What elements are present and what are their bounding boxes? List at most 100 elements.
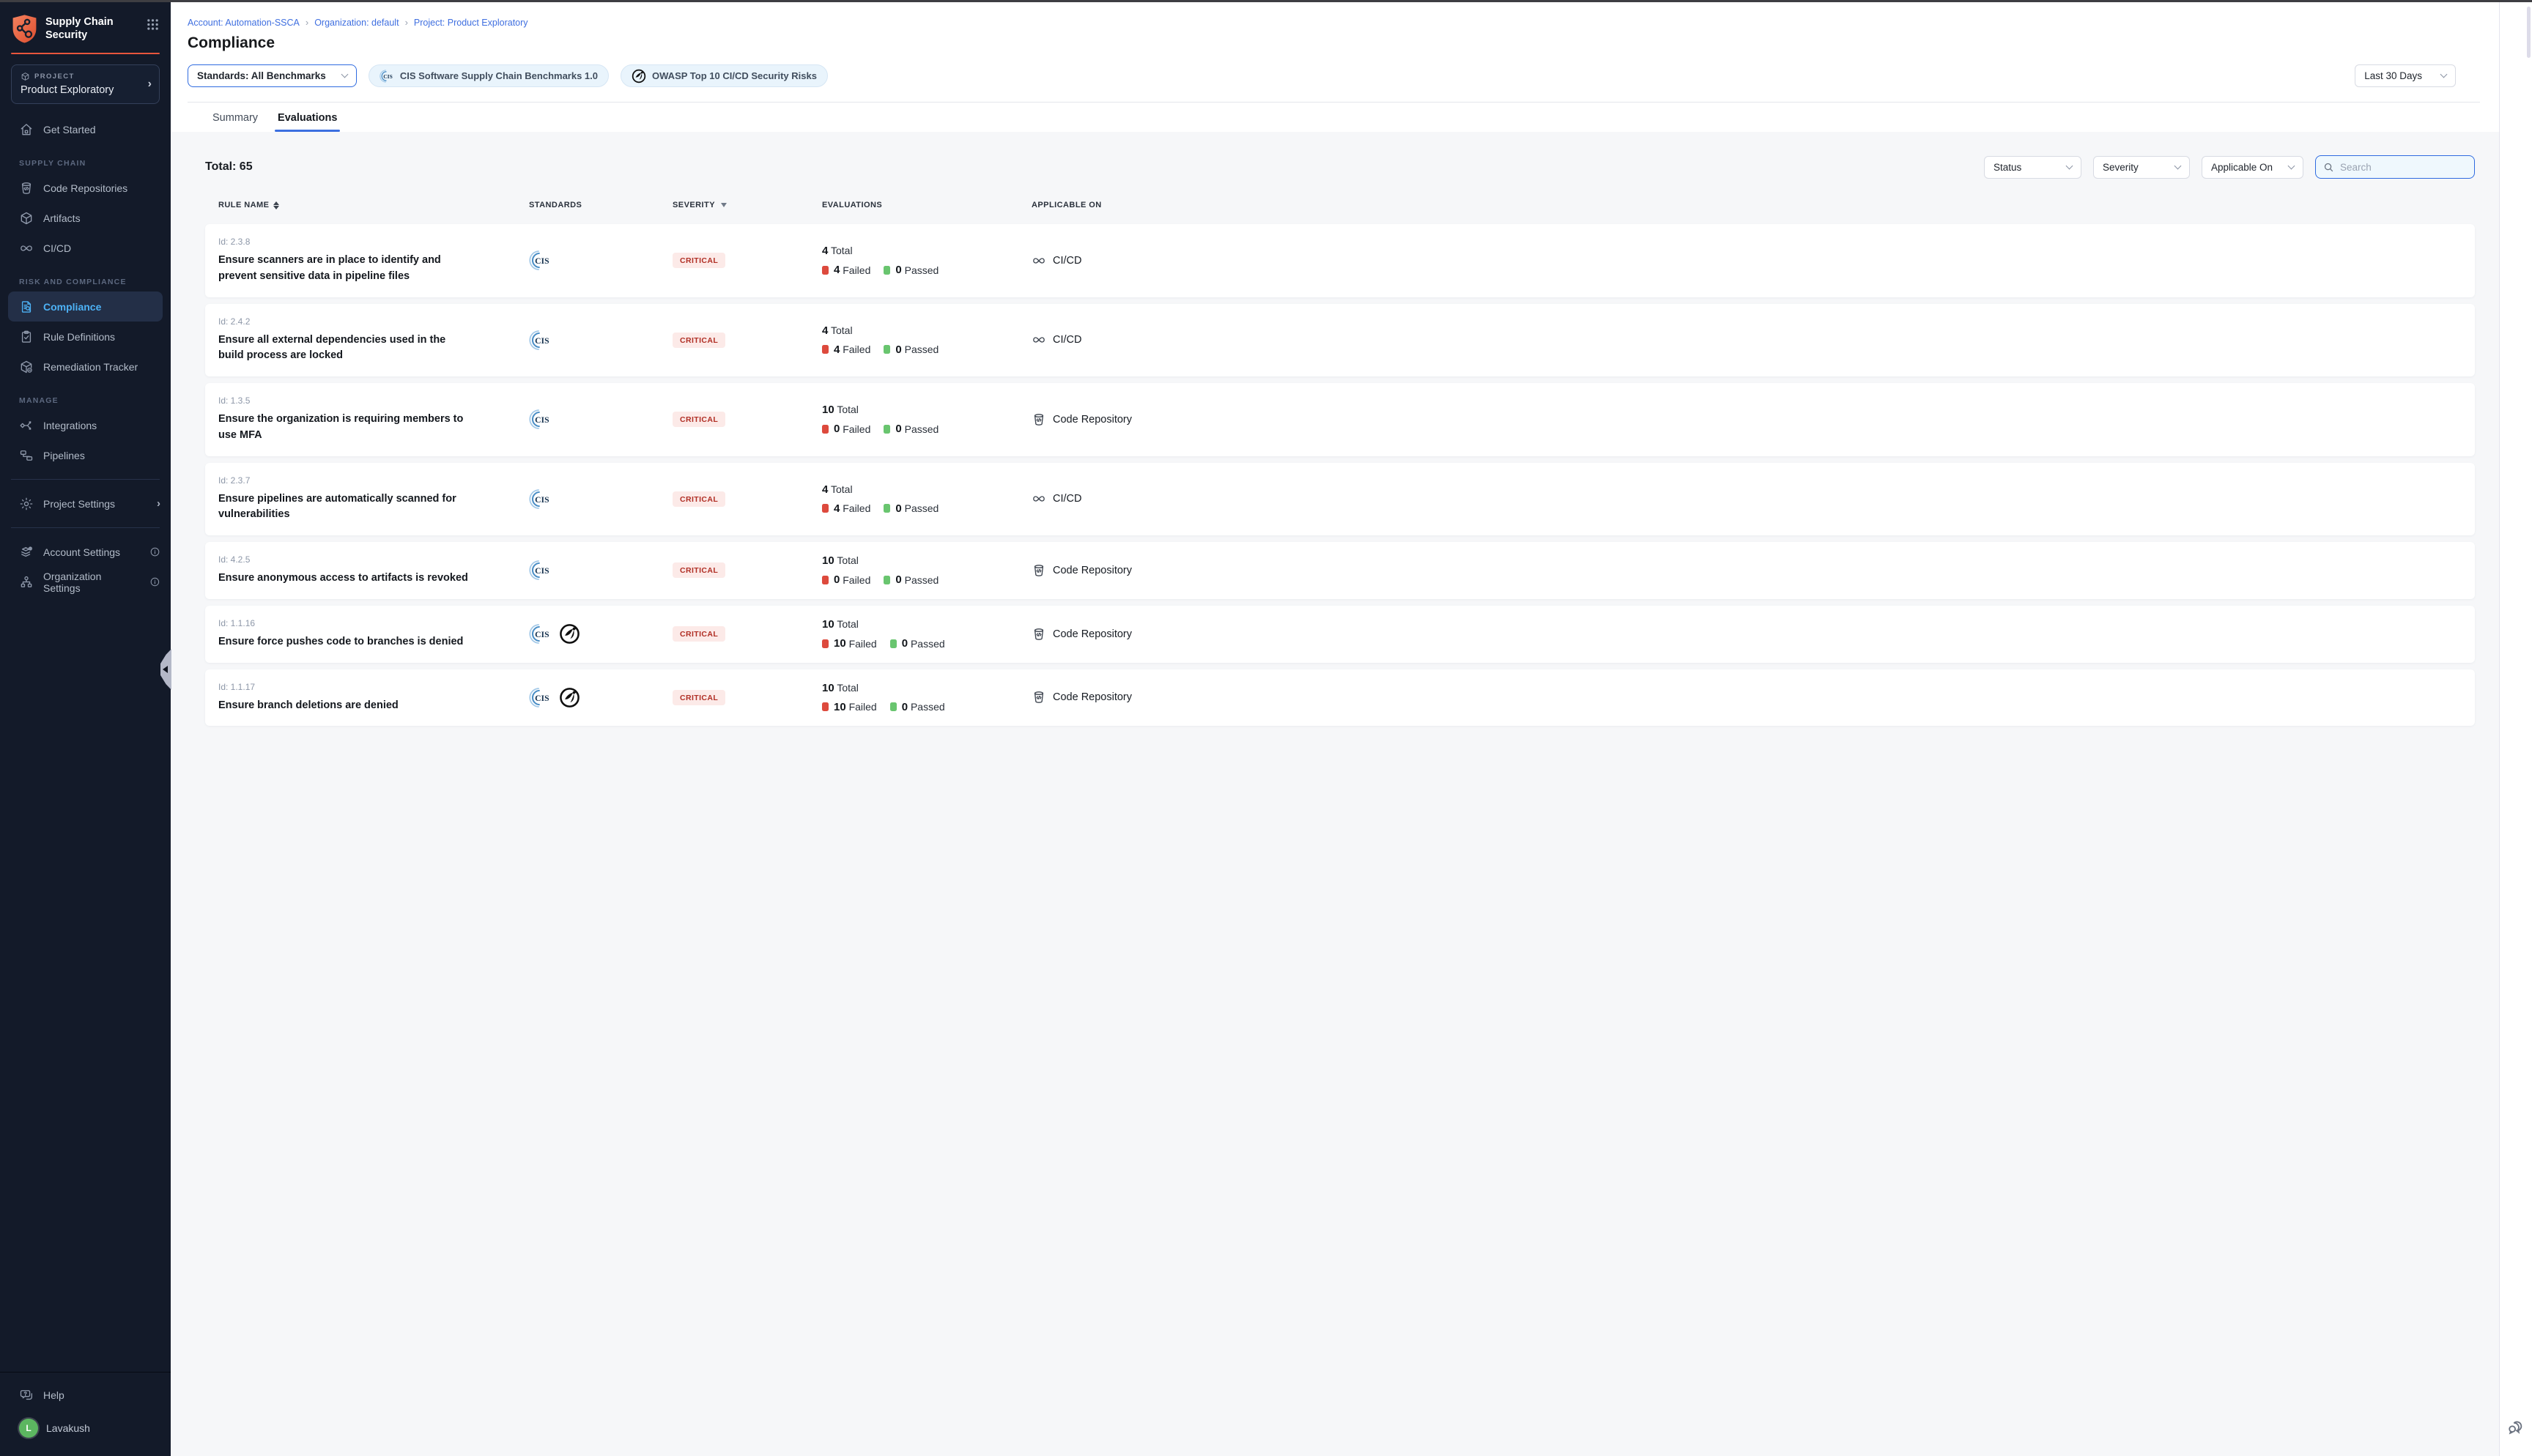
sidebar-item-code-repositories[interactable]: Code Repositories xyxy=(0,173,171,203)
evaluations-cell: 4 Total 4 Failed 0 Passed xyxy=(809,245,1018,276)
applicable-on-cell: Code Repository xyxy=(1018,627,2475,642)
sidebar-item-cicd[interactable]: CI/CD xyxy=(0,233,171,263)
column-severity: SEVERITY xyxy=(659,201,809,209)
passed-marker xyxy=(884,425,890,434)
sidebar-item-rule-definitions[interactable]: Rule Definitions xyxy=(0,322,171,352)
user-name: Lavakush xyxy=(46,1422,90,1434)
gear-icon xyxy=(19,497,34,511)
integrations-icon xyxy=(19,418,34,433)
section-label-risk-compliance: RISK AND COMPLIANCE xyxy=(19,278,159,286)
owasp-logo xyxy=(632,69,646,83)
sidebar-item-label: Project Settings xyxy=(43,498,115,510)
chip-owasp-top10[interactable]: OWASP Top 10 CI/CD Security Risks xyxy=(621,64,828,87)
standards-select-value: Standards: All Benchmarks xyxy=(197,70,326,81)
status-filter-select[interactable]: Status xyxy=(1984,156,2081,179)
table-row[interactable]: Id: 4.2.5 Ensure anonymous access to art… xyxy=(205,542,2475,599)
rule-id: Id: 1.3.5 xyxy=(218,395,516,406)
table-row[interactable]: Id: 2.3.8 Ensure scanners are in place t… xyxy=(205,224,2475,297)
standards-cell: CIS xyxy=(516,408,659,431)
tab-summary[interactable]: Summary xyxy=(212,112,258,132)
breadcrumb-organization[interactable]: Organization: default xyxy=(314,18,399,28)
search-input[interactable] xyxy=(2340,162,2467,173)
info-icon[interactable] xyxy=(149,546,160,557)
home-icon xyxy=(19,122,34,137)
rule-id: Id: 2.3.7 xyxy=(218,475,516,486)
table-row[interactable]: Id: 1.3.5 Ensure the organization is req… xyxy=(205,383,2475,456)
sidebar-item-integrations[interactable]: Integrations xyxy=(0,410,171,440)
chevron-separator-icon: › xyxy=(306,17,308,28)
table-row[interactable]: Id: 1.1.16 Ensure force pushes code to b… xyxy=(205,606,2475,663)
total-count: Total: 65 xyxy=(205,160,253,174)
date-range-select[interactable]: Last 30 Days xyxy=(2355,64,2456,87)
applicable-icon xyxy=(1032,333,1046,347)
sidebar-item-project-settings[interactable]: Project Settings › xyxy=(0,489,171,519)
info-icon[interactable] xyxy=(149,576,160,587)
help-button[interactable]: Help xyxy=(0,1380,171,1410)
passed-marker xyxy=(890,639,897,648)
svg-text:CIS: CIS xyxy=(535,415,549,425)
standards-select[interactable]: Standards: All Benchmarks xyxy=(188,64,357,87)
svg-text:CIS: CIS xyxy=(535,630,549,639)
sidebar-item-artifacts[interactable]: Artifacts xyxy=(0,203,171,233)
table-row[interactable]: Id: 1.1.17 Ensure branch deletions are d… xyxy=(205,669,2475,727)
sidebar: Supply Chain Security PROJECT Product Ex… xyxy=(0,2,171,1456)
sidebar-item-compliance[interactable]: Compliance xyxy=(8,291,163,322)
chat-support-icon[interactable] xyxy=(2506,1418,2525,1437)
breadcrumb-account[interactable]: Account: Automation-SSCA xyxy=(188,18,300,28)
applicable-on-cell: CI/CD xyxy=(1018,491,2475,506)
cis-logo: CIS xyxy=(529,623,552,645)
applicable-icon xyxy=(1032,690,1046,705)
sidebar-item-remediation-tracker[interactable]: Remediation Tracker xyxy=(0,352,171,382)
project-selector[interactable]: PROJECT Product Exploratory › xyxy=(11,64,160,104)
infinity-icon xyxy=(19,241,34,256)
cis-logo: CIS xyxy=(529,249,552,272)
user-menu[interactable]: L Lavakush xyxy=(0,1413,171,1443)
chip-cis-benchmarks[interactable]: CIS CIS Software Supply Chain Benchmarks… xyxy=(369,64,609,87)
sidebar-item-organization-settings[interactable]: Organization Settings xyxy=(0,567,171,597)
project-cube-icon xyxy=(21,72,30,81)
brand-divider xyxy=(11,53,160,54)
search-icon xyxy=(2323,162,2334,173)
right-rail xyxy=(2499,2,2532,1456)
applicable-icon xyxy=(1032,412,1046,427)
sidebar-item-pipelines[interactable]: Pipelines xyxy=(0,440,171,470)
scrollbar-thumb[interactable] xyxy=(2527,7,2531,58)
sidebar-item-label: Compliance xyxy=(43,301,101,313)
failed-marker xyxy=(822,345,829,354)
sidebar-item-label: Organization Settings xyxy=(43,571,140,594)
breadcrumb-project[interactable]: Project: Product Exploratory xyxy=(414,18,528,28)
table-body: Id: 2.3.8 Ensure scanners are in place t… xyxy=(205,224,2475,726)
sidebar-item-account-settings[interactable]: Account Settings xyxy=(0,537,171,567)
brand-row: Supply Chain Security xyxy=(0,2,171,53)
rule-name: Ensure scanners are in place to identify… xyxy=(218,253,516,285)
evaluations-cell: 10 Total 0 Failed 0 Passed xyxy=(809,554,1018,586)
sidebar-item-get-started[interactable]: Get Started xyxy=(0,114,171,144)
passed-marker xyxy=(884,266,890,275)
tab-evaluations[interactable]: Evaluations xyxy=(278,112,337,132)
table-row[interactable]: Id: 2.4.2 Ensure all external dependenci… xyxy=(205,304,2475,377)
help-label: Help xyxy=(43,1389,64,1401)
table-row[interactable]: Id: 2.3.7 Ensure pipelines are automatic… xyxy=(205,463,2475,536)
search-box xyxy=(2315,155,2475,179)
applicable-on-cell: CI/CD xyxy=(1018,333,2475,347)
avatar: L xyxy=(19,1419,38,1438)
applicable-icon xyxy=(1032,491,1046,506)
chevron-separator-icon: › xyxy=(405,17,408,28)
divider xyxy=(11,527,160,528)
sort-desc-icon[interactable] xyxy=(721,203,727,207)
sidebar-item-label: Code Repositories xyxy=(43,182,127,194)
cis-logo: CIS xyxy=(380,69,394,83)
cis-logo: CIS xyxy=(529,686,552,709)
failed-marker xyxy=(822,504,829,513)
app-grid-icon[interactable] xyxy=(147,18,159,34)
sidebar-item-label: Pipelines xyxy=(43,450,85,461)
applicable-on-filter-select[interactable]: Applicable On xyxy=(2202,156,2303,179)
applicable-on-cell: Code Repository xyxy=(1018,690,2475,705)
severity-filter-select[interactable]: Severity xyxy=(2093,156,2190,179)
cis-logo: CIS xyxy=(529,488,552,510)
column-evaluations: EVALUATIONS xyxy=(809,201,1018,209)
standards-filter-row: Standards: All Benchmarks CIS CIS Softwa… xyxy=(188,64,2480,87)
applicable-on-cell: Code Repository xyxy=(1018,563,2475,578)
sort-icon[interactable] xyxy=(273,201,279,209)
evaluations-cell: 4 Total 4 Failed 0 Passed xyxy=(809,483,1018,515)
